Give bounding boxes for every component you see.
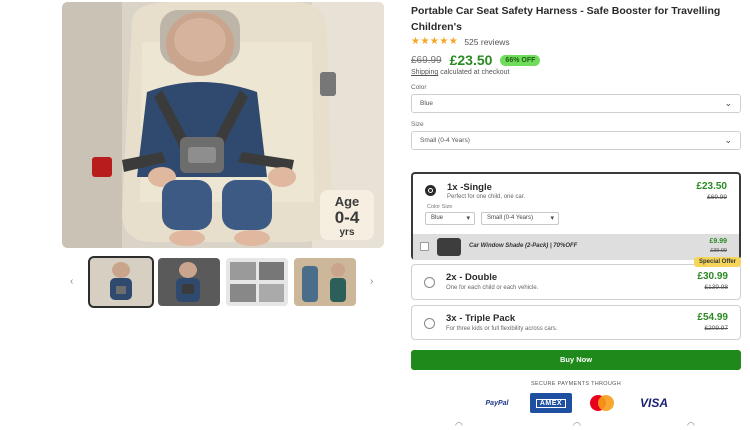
bundle-price: £23.50 xyxy=(696,181,727,192)
addon-price: £9.99 xyxy=(709,238,727,245)
bundle-price: £30.99 xyxy=(697,271,728,282)
amex-logo-text: AMEX xyxy=(535,398,567,408)
thumbnail-strip: ‹ › xyxy=(70,256,380,308)
bundle-option-double[interactable]: Special Offer 2x - Double One for each c… xyxy=(411,257,741,300)
thumbnail-3[interactable] xyxy=(226,258,288,306)
age-badge-line1: Age xyxy=(334,194,360,209)
rating-row[interactable]: ★★★★★ 525 reviews xyxy=(411,36,510,47)
thumbnail-next-arrow-icon[interactable]: › xyxy=(370,276,373,287)
age-badge: Age 0-4 yrs xyxy=(320,190,374,240)
support-icon: ◠ xyxy=(687,420,695,430)
bundle-old-price: £69.99 xyxy=(707,194,727,201)
radio-triple[interactable] xyxy=(424,318,435,329)
bundle-subtitle: For three kids or full flexibility acros… xyxy=(446,326,558,332)
bundle-title: 1x -Single xyxy=(447,182,492,193)
main-product-image[interactable]: Age 0-4 yrs xyxy=(62,2,384,248)
old-price: £69.99 xyxy=(411,54,442,66)
shipping-text: calculated at checkout xyxy=(440,69,510,76)
chevron-down-icon: ⌄ xyxy=(724,98,732,108)
bundle-title: 3x - Triple Pack xyxy=(446,313,516,324)
paypal-logo: PayPal xyxy=(485,399,509,407)
color-select[interactable]: Blue ⌄ xyxy=(411,94,741,113)
bundle-option-triple[interactable]: 3x - Triple Pack For three kids or full … xyxy=(411,305,741,340)
shipping-link[interactable]: Shipping xyxy=(411,69,438,76)
thumbnail-2[interactable] xyxy=(158,258,220,306)
reviews-count[interactable]: 525 reviews xyxy=(464,37,509,47)
size-label: Size xyxy=(411,121,424,128)
size-select[interactable]: Small (0-4 Years) ⌄ xyxy=(411,131,741,150)
current-price: £23.50 xyxy=(449,52,493,68)
bundle-color-select[interactable]: Blue ▾ xyxy=(425,212,475,225)
discount-badge: 66% OFF xyxy=(500,54,541,66)
visa-logo: VISA xyxy=(639,396,668,410)
special-offer-badge: Special Offer xyxy=(693,257,741,267)
bundle-old-price: £209.97 xyxy=(704,325,729,332)
color-select-value: Blue xyxy=(420,100,434,107)
thumbnail-4[interactable] xyxy=(294,258,356,306)
addon-title: Car Window Shade (2-Pack) | 70%OFF xyxy=(469,243,578,249)
secure-payments-label: SECURE PAYMENTS THROUGH xyxy=(530,381,622,387)
bundle-variant-label: Color Size xyxy=(427,204,453,210)
chevron-down-icon: ⌄ xyxy=(724,135,732,145)
price-row: £69.99 £23.50 66% OFF xyxy=(411,52,541,68)
age-badge-line2: 0-4 xyxy=(334,208,360,227)
addon-row[interactable]: Car Window Shade (2-Pack) | 70%OFF £9.99… xyxy=(413,234,739,260)
bundle-price: £54.99 xyxy=(697,312,728,323)
bundle-size-select[interactable]: Small (0-4 Years) ▾ xyxy=(481,212,559,225)
thumbnail-1[interactable] xyxy=(88,256,154,308)
size-select-value: Small (0-4 Years) xyxy=(420,137,470,144)
mastercard-icon xyxy=(590,395,614,411)
amex-logo: AMEX xyxy=(530,393,572,413)
bundle-option-single[interactable]: 1x -Single Perfect for one child, one ca… xyxy=(411,172,741,260)
chevron-down-icon: ▾ xyxy=(466,215,470,222)
bundle-title: 2x - Double xyxy=(446,272,498,283)
bundle-size-value: Small (0-4 Years) xyxy=(487,215,534,221)
age-badge-line3: yrs xyxy=(339,227,355,238)
bundle-subtitle: One for each child or each vehicle. xyxy=(446,285,539,291)
chevron-down-icon: ▾ xyxy=(550,215,554,222)
radio-double[interactable] xyxy=(424,277,435,288)
addon-checkbox[interactable] xyxy=(420,242,429,251)
truck-icon: ◠ xyxy=(455,420,463,430)
mastercard-logo xyxy=(587,393,617,413)
bundle-old-price: £139.98 xyxy=(704,284,729,291)
radio-single[interactable] xyxy=(425,185,436,196)
bundle-subtitle: Perfect for one child, one car. xyxy=(447,194,526,200)
return-icon: ◠ xyxy=(573,420,581,430)
color-label: Color xyxy=(411,84,427,91)
addon-old-price: £39.99 xyxy=(710,248,727,254)
shipping-note: Shipping calculated at checkout xyxy=(411,69,509,76)
product-title: Portable Car Seat Safety Harness - Safe … xyxy=(411,5,721,33)
buy-now-button[interactable]: Buy Now xyxy=(411,350,741,370)
window-shade-image xyxy=(437,238,461,256)
thumbnail-prev-arrow-icon[interactable]: ‹ xyxy=(70,276,73,287)
bundle-color-value: Blue xyxy=(431,215,444,221)
star-rating-icon: ★★★★★ xyxy=(411,36,459,47)
